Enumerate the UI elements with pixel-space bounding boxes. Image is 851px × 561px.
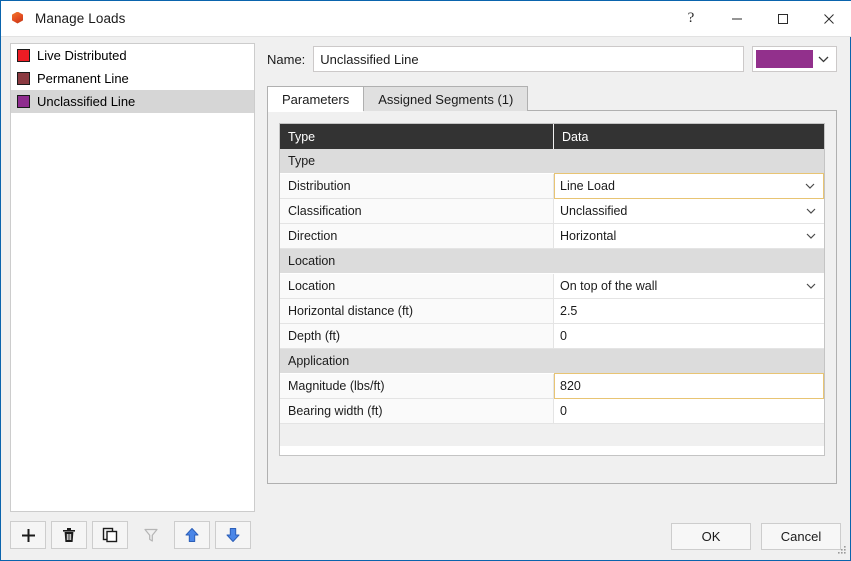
name-label: Name: [267,51,306,67]
load-color-swatch [17,72,30,85]
grid-row-depth: Depth (ft) 0 [280,324,824,349]
load-color-swatch [17,95,30,108]
cell-value: 820 [560,379,581,393]
grid-row-magnitude: Magnitude (lbs/ft) 820 [280,373,824,399]
tab-label: Parameters [282,91,350,107]
load-color-dropdown[interactable] [752,46,837,72]
dialog-buttons: OK Cancel [671,523,841,550]
grid-row-label: Classification [280,199,554,223]
maximize-button[interactable] [760,1,806,37]
cell-value: 0 [560,404,567,418]
cell-value: Horizontal [560,229,617,243]
grid-filler [280,424,824,446]
cell-value: On top of the wall [560,279,658,293]
grid-row-distribution: Distribution Line Load [280,173,824,199]
depth-field[interactable]: 0 [554,324,824,348]
minimize-button[interactable] [714,1,760,37]
grid-row-location: Location On top of the wall [280,274,824,299]
cell-value: 2.5 [560,304,578,318]
grid-row-direction: Direction Horizontal [280,224,824,249]
distribution-dropdown[interactable]: Line Load [554,173,824,199]
trash-icon [63,528,75,542]
grid-row-label: Bearing width (ft) [280,399,554,423]
property-grid: Type Data Type Distribution Line Load Cl… [279,123,825,456]
parameters-tab-panel: Type Data Type Distribution Line Load Cl… [267,110,837,484]
delete-load-button[interactable] [51,521,87,549]
location-dropdown[interactable]: On top of the wall [554,274,824,298]
grid-row-label: Location [280,274,554,298]
grid-row-classification: Classification Unclassified [280,199,824,224]
cell-value: 0 [560,329,567,343]
grid-row-label: Distribution [280,174,554,198]
chevron-down-icon [804,204,818,218]
window-title: Manage Loads [35,11,126,26]
name-row: Name: [267,46,837,72]
bearing-width-field[interactable]: 0 [554,399,824,423]
magnitude-field[interactable]: 820 [554,373,824,399]
grid-row-bearing-width: Bearing width (ft) 0 [280,399,824,424]
maximize-icon [778,13,788,24]
load-color-swatch [17,49,30,62]
grid-header-type: Type [280,124,554,149]
grid-row-label: Direction [280,224,554,248]
ok-button[interactable]: OK [671,523,751,550]
grid-row-horizontal-distance: Horizontal distance (ft) 2.5 [280,299,824,324]
close-button[interactable] [806,1,851,37]
copy-icon [102,527,118,543]
chevron-down-icon [813,56,833,63]
direction-dropdown[interactable]: Horizontal [554,224,824,248]
chevron-down-icon [803,179,817,193]
selected-color-swatch [756,50,813,68]
duplicate-load-button[interactable] [92,521,128,549]
filter-loads-button[interactable] [133,521,169,549]
tab-strip: Parameters Assigned Segments (1) [267,86,837,112]
list-item-label: Unclassified Line [37,94,136,109]
list-toolbar [10,521,255,550]
grid-row-label: Depth (ft) [280,324,554,348]
chevron-down-icon [804,279,818,293]
grid-group-application: Application [280,349,824,374]
list-item[interactable]: Permanent Line [11,67,254,90]
close-icon [824,13,834,24]
grid-header-row: Type Data [280,124,824,149]
tab-label: Assigned Segments (1) [378,91,514,107]
arrow-down-icon [226,528,240,542]
grid-header-data: Data [562,129,589,144]
arrow-up-icon [185,528,199,542]
tab-assigned-segments[interactable]: Assigned Segments (1) [363,86,529,111]
add-load-button[interactable] [10,521,46,549]
grid-row-label: Magnitude (lbs/ft) [280,374,554,398]
question-mark-icon: ? [687,10,695,26]
move-down-button[interactable] [215,521,251,549]
cell-value: Unclassified [560,204,628,218]
list-item[interactable]: Unclassified Line [11,90,254,113]
help-button[interactable]: ? [668,1,714,37]
grid-group-type: Type [280,149,824,174]
classification-dropdown[interactable]: Unclassified [554,199,824,223]
plus-icon [21,528,35,542]
title-bar: Manage Loads ? [1,0,851,37]
cancel-button[interactable]: Cancel [761,523,841,550]
tab-parameters[interactable]: Parameters [267,86,365,112]
move-up-button[interactable] [174,521,210,549]
grid-row-label: Horizontal distance (ft) [280,299,554,323]
resize-grip[interactable] [835,545,847,557]
funnel-icon [144,528,158,542]
grid-group-location: Location [280,249,824,274]
app-cube-icon [10,11,26,27]
list-item[interactable]: Live Distributed [11,44,254,67]
list-item-label: Live Distributed [37,48,127,63]
manage-loads-dialog: Manage Loads ? Live Distributed Permanen… [0,0,851,561]
name-input[interactable] [313,46,744,72]
minimize-icon [732,18,742,19]
cell-value: Line Load [560,179,615,193]
horizontal-distance-field[interactable]: 2.5 [554,299,824,323]
list-item-label: Permanent Line [37,71,129,86]
chevron-down-icon [804,229,818,243]
load-list[interactable]: Live Distributed Permanent Line Unclassi… [10,43,255,512]
